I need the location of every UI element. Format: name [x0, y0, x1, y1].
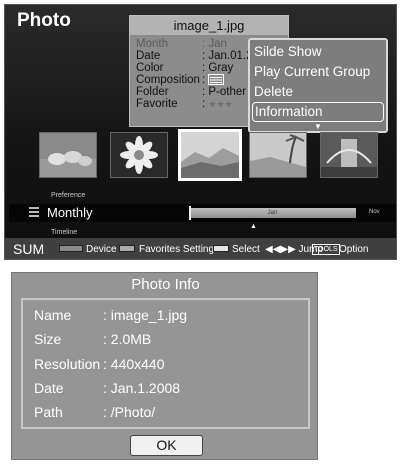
- meta-row-favorite: Favorite: ★★★: [136, 98, 233, 110]
- meta-value: : Jan: [202, 38, 227, 50]
- meta-value: :: [202, 98, 206, 110]
- menu-item-information[interactable]: Information: [252, 102, 384, 122]
- favorites-setting-label[interactable]: Favorites Setting: [139, 244, 214, 255]
- preference-label: Preference: [51, 192, 86, 199]
- list-icon: [29, 207, 39, 219]
- thumbnail-flower[interactable]: [110, 132, 168, 178]
- meta-value: : Gray: [202, 62, 234, 74]
- timeline-label: Timeline: [51, 229, 78, 236]
- sheep-image: [40, 133, 96, 177]
- timeline-start-marker: [189, 206, 191, 220]
- red-key-icon: [59, 245, 83, 252]
- meta-key: Composition: [136, 74, 200, 86]
- tools-menu: Silde Show Play Current Group Delete Inf…: [248, 38, 388, 133]
- menu-item-play-current-group[interactable]: Play Current Group: [254, 64, 370, 79]
- meta-value: : P-other: [202, 86, 247, 98]
- thumbnail-strip: [39, 129, 384, 182]
- device-label[interactable]: Device: [86, 244, 117, 255]
- meta-row-color: Color : Gray: [136, 62, 233, 74]
- sort-row[interactable]: Monthly Jan Nov: [9, 204, 396, 222]
- menu-item-delete[interactable]: Delete: [254, 84, 293, 99]
- meta-key: Favorite: [136, 98, 178, 110]
- favorite-stars-icon: ★★★: [208, 99, 233, 109]
- beach-image: [250, 133, 306, 177]
- app-title: Photo: [17, 10, 71, 31]
- bottom-help-bar: SUM Device Favorites Setting Select ◀◀▶▶…: [5, 238, 396, 259]
- info-value: : Jan.1.2008: [103, 380, 181, 396]
- flower-image: [111, 133, 167, 177]
- option-label[interactable]: Option: [339, 244, 368, 255]
- info-row-size: Size : 2.0MB: [34, 331, 151, 347]
- timeline-month-label: Jan: [267, 210, 278, 216]
- info-value: : 2.0MB: [103, 331, 152, 347]
- file-name-title: image_1.jpg: [130, 16, 288, 35]
- meta-row-composition: Composition:: [136, 74, 225, 86]
- sum-label: SUM: [13, 241, 45, 257]
- photo-info-dialog: Photo Info Name : image_1.jpg Size : 2.0MB…: [11, 272, 318, 460]
- more-down-arrow-icon[interactable]: ▼: [314, 122, 322, 131]
- info-key: Date: [34, 380, 64, 396]
- meta-row-date: Date : Jan.01.2: [136, 50, 253, 62]
- timeline-next-month: Nov: [369, 209, 380, 215]
- info-value: : 440x440: [103, 356, 165, 372]
- menu-item-slide-show[interactable]: Silde Show: [254, 44, 322, 59]
- meta-key: Folder: [136, 86, 169, 98]
- info-list: Name : image_1.jpg Size : 2.0MB Resolution…: [21, 298, 310, 429]
- thumbnail-glacier-selected[interactable]: [178, 129, 242, 181]
- info-key: Size: [34, 331, 62, 347]
- ok-button[interactable]: OK: [130, 435, 203, 456]
- select-label[interactable]: Select: [232, 244, 260, 255]
- meta-row-month: Month : Jan: [136, 38, 227, 50]
- meta-key: Month: [136, 38, 168, 50]
- timeline-slider[interactable]: Jan: [189, 208, 356, 218]
- meta-value: :: [202, 74, 206, 86]
- composition-icon: [208, 74, 225, 86]
- meta-row-folder: Folder : P-other: [136, 86, 246, 98]
- thumbnail-fountain[interactable]: [320, 132, 378, 178]
- glacier-image: [181, 132, 239, 178]
- tools-key-icon: TOOLS: [312, 244, 340, 255]
- info-row-path: Path : /Photo/: [34, 404, 155, 420]
- info-row-name: Name : image_1.jpg: [34, 307, 187, 323]
- sort-current-label: Monthly: [47, 205, 93, 220]
- dialog-title: Photo Info: [131, 276, 200, 293]
- fountain-image: [321, 133, 377, 177]
- info-key: Name: [34, 307, 72, 323]
- info-value: : /Photo/: [103, 404, 156, 420]
- info-value: : image_1.jpg: [103, 307, 188, 323]
- meta-value: : Jan.01.2: [202, 50, 253, 62]
- info-key: Path: [34, 404, 63, 420]
- info-row-date: Date : Jan.1.2008: [34, 380, 180, 396]
- green-key-icon: [119, 245, 135, 252]
- thumbnail-beach[interactable]: [249, 132, 307, 178]
- up-arrow-icon: ▲: [250, 223, 257, 230]
- info-key: Resolution: [34, 356, 101, 372]
- photo-browser-screen: Photo image_1.jpg Month: Jan Date: Jan.0…: [4, 4, 397, 260]
- enter-key-icon: [213, 245, 229, 252]
- info-row-resolution: Resolution: 440x440: [34, 356, 165, 372]
- meta-key: Color: [136, 62, 164, 74]
- meta-key: Date: [136, 50, 161, 62]
- thumbnail-sheep[interactable]: [39, 132, 97, 178]
